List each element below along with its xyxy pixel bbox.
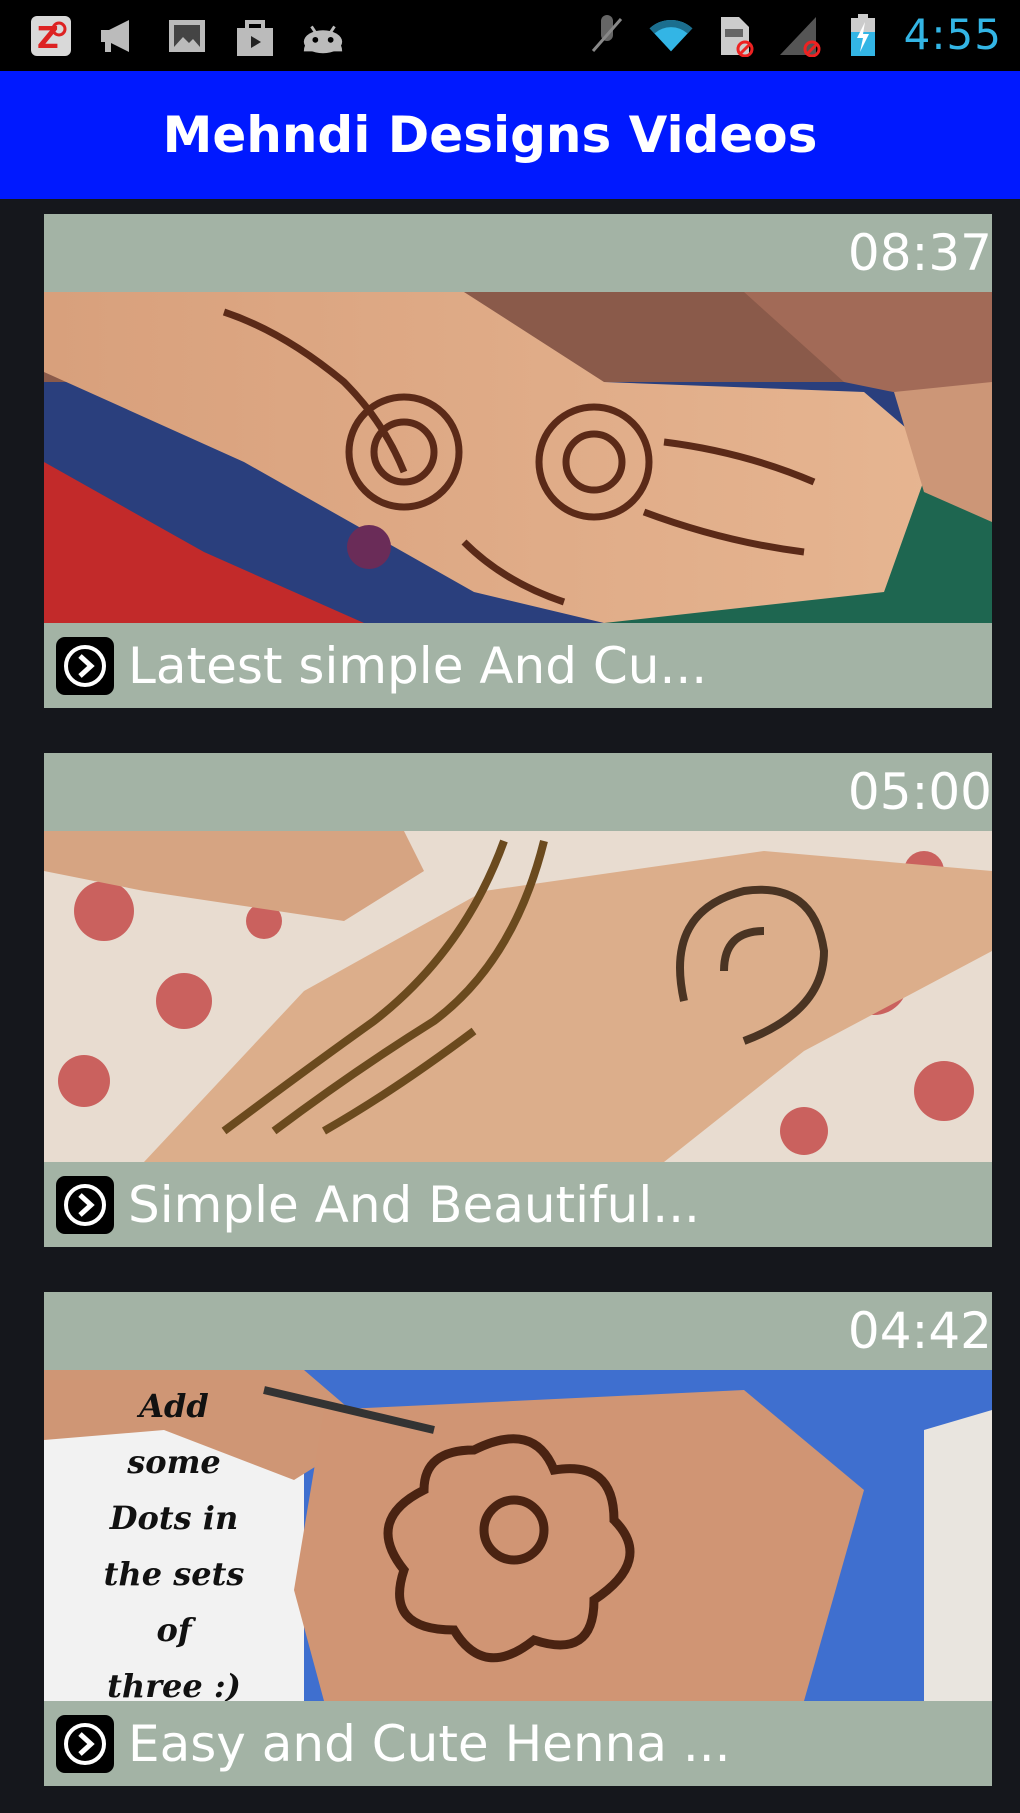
overlay-line: of xyxy=(156,1611,192,1649)
signal-icon xyxy=(776,13,822,57)
wifi-icon xyxy=(648,13,694,57)
video-caption[interactable]: Simple And Beautiful... xyxy=(44,1162,992,1247)
android-icon xyxy=(300,14,346,58)
mute-icon xyxy=(584,13,630,57)
video-thumbnail[interactable]: Add some Dots in the sets of three :) xyxy=(44,1370,992,1701)
thumbnail-overlay-text: Add some Dots in the sets of three :) xyxy=(44,1378,304,1701)
page-title: Mehndi Designs Videos xyxy=(162,106,818,164)
shopping-bag-icon xyxy=(232,14,278,58)
overlay-line: Dots in xyxy=(109,1499,239,1537)
video-title: Simple And Beautiful... xyxy=(128,1175,700,1234)
status-bar: Z 4:55 xyxy=(0,0,1020,71)
video-duration: 04:42 xyxy=(847,1302,992,1360)
video-caption[interactable]: Easy and Cute Henna ... xyxy=(44,1701,992,1786)
overlay-line: the sets xyxy=(103,1555,245,1593)
video-title: Latest simple And Cu... xyxy=(128,636,708,695)
video-title: Easy and Cute Henna ... xyxy=(128,1714,731,1773)
video-card[interactable]: 04:42 Add some Dots in the sets of three… xyxy=(44,1292,992,1786)
video-duration: 08:37 xyxy=(847,224,992,282)
svg-text:Z: Z xyxy=(37,21,59,56)
play-icon[interactable] xyxy=(56,1714,114,1773)
news-app-icon: Z xyxy=(28,14,74,58)
sd-card-icon xyxy=(712,13,758,57)
play-icon[interactable] xyxy=(56,1175,114,1234)
notification-icons: Z xyxy=(28,14,346,58)
video-thumbnail[interactable] xyxy=(44,831,992,1162)
gallery-icon xyxy=(164,14,210,58)
overlay-line: three :) xyxy=(107,1667,241,1701)
overlay-line: Add xyxy=(139,1387,209,1425)
app-header: Mehndi Designs Videos xyxy=(0,71,1020,199)
video-thumbnail[interactable] xyxy=(44,292,992,623)
video-caption[interactable]: Latest simple And Cu... xyxy=(44,623,992,708)
overlay-line: some xyxy=(127,1443,221,1481)
megaphone-icon xyxy=(96,14,142,58)
video-card[interactable]: 05:00 Simple And Beautiful... xyxy=(44,753,992,1247)
video-card[interactable]: 08:37 Latest simple And Cu... xyxy=(44,214,992,708)
system-status-icons: 4:55 xyxy=(584,10,1002,59)
clock: 4:55 xyxy=(903,10,1002,59)
battery-icon xyxy=(840,13,886,57)
video-duration: 05:00 xyxy=(847,763,992,821)
play-icon[interactable] xyxy=(56,636,114,695)
